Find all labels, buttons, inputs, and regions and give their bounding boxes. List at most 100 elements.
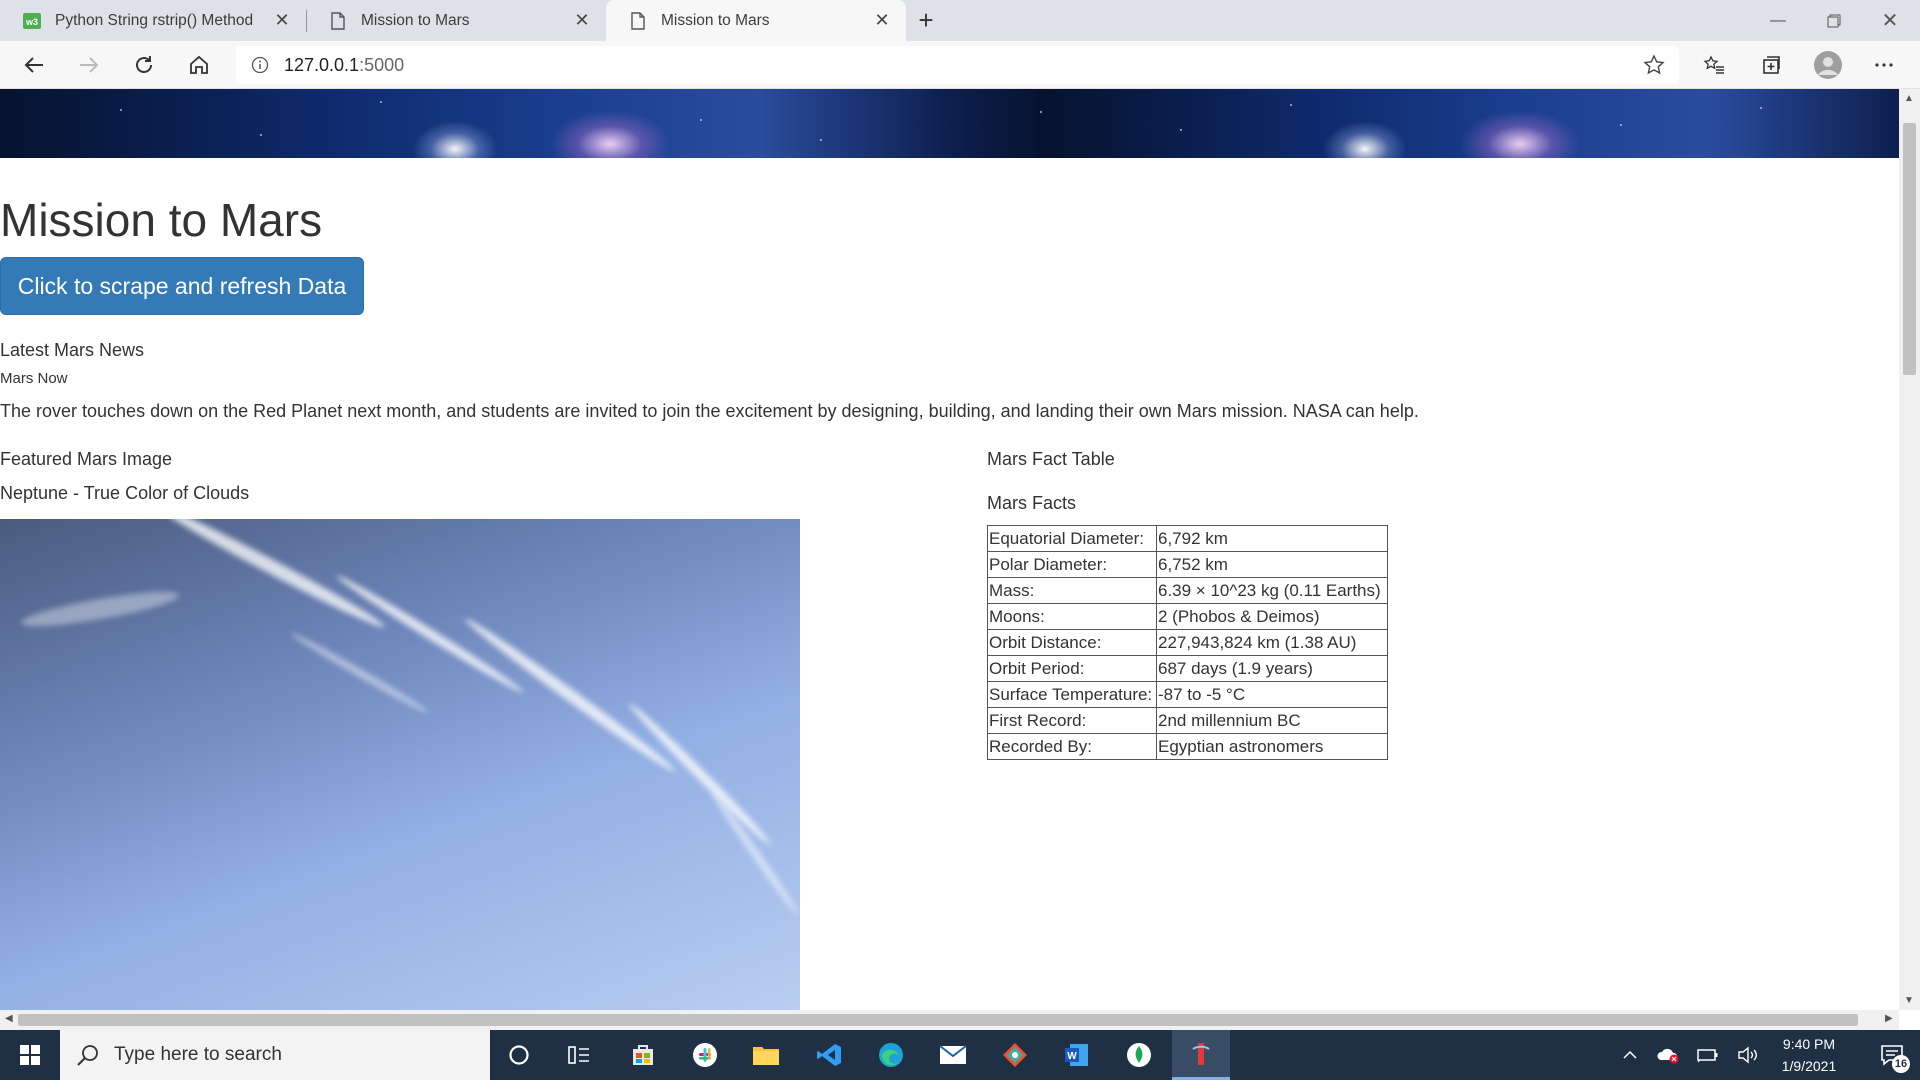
fact-key: Mass: [987,577,1157,604]
vscode-icon[interactable] [800,1030,858,1080]
avatar-icon [1814,51,1842,79]
jupyter-app-icon[interactable] [1172,1030,1230,1080]
tab-mission-to-mars-2[interactable]: Mission to Mars ✕ [606,0,906,41]
windows-taskbar: Type here to search W 9:40 PM 1/9/2021 1… [0,1030,1920,1080]
taskbar-search-box[interactable]: Type here to search [60,1030,490,1080]
start-button[interactable] [0,1030,60,1080]
file-explorer-icon[interactable] [737,1030,795,1080]
news-heading: Latest Mars News [0,340,145,360]
word-icon[interactable]: W [1048,1030,1106,1080]
clock-time: 9:40 PM [1782,1036,1836,1052]
horizontal-scrollbar[interactable]: ◀ ▶ [0,1010,1899,1030]
fact-table-heading: Mars Fact Table [987,449,1115,469]
featured-image [0,519,800,1010]
favorites-list-icon [1703,55,1724,74]
home-button[interactable] [179,45,219,85]
fact-value: 2 (Phobos & Deimos) [1156,603,1388,630]
tab-title: Mission to Mars [361,11,470,29]
featured-image-caption: Neptune - True Color of Clouds [0,483,250,503]
close-tab-icon[interactable]: ✕ [572,10,592,31]
mail-icon[interactable] [924,1030,982,1080]
show-hidden-icons-icon[interactable] [1616,1030,1644,1080]
table-row: Polar Diameter: 6,752 km [987,551,1388,578]
scrollbar-thumb[interactable] [18,1014,1858,1026]
fact-value: 6,752 km [1156,551,1388,578]
edge-icon[interactable] [862,1030,920,1080]
cortana-icon[interactable] [490,1030,548,1080]
profile-button[interactable] [1808,45,1848,85]
collections-icon [1763,56,1780,74]
address-bar[interactable]: 127.0.0.1:5000 [236,46,1679,84]
arrow-right-icon [80,57,99,73]
fact-value: 227,943,824 km (1.38 AU) [1156,629,1388,656]
scroll-right-icon[interactable]: ▶ [1885,1013,1893,1024]
notification-count-badge: 16 [1892,1055,1910,1073]
collections-button[interactable] [1751,45,1791,85]
mongodb-compass-icon[interactable] [1110,1030,1168,1080]
fact-value: 6.39 × 10^23 kg (0.11 Earths) [1156,577,1388,604]
vertical-scrollbar[interactable]: ▲ ▼ [1899,89,1920,1010]
slack-icon[interactable] [676,1030,734,1080]
search-placeholder: Type here to search [114,1044,282,1065]
page-icon [628,11,648,31]
search-icon [77,1045,98,1066]
tab-strip: w3 Python String rstrip() Method ✕ Missi… [0,0,1920,41]
task-view-icon[interactable] [550,1030,608,1080]
forward-button[interactable] [69,45,109,85]
url-text[interactable]: 127.0.0.1:5000 [284,55,404,76]
table-row: Surface Temperature: -87 to -5 °C [987,681,1388,708]
url-host: 127.0.0.1 [284,54,360,75]
w3schools-icon: w3 [22,11,42,31]
table-row: Recorded By: Egyptian astronomers [987,733,1388,760]
arrow-left-icon [24,57,43,73]
scroll-left-icon[interactable]: ◀ [5,1013,13,1024]
onedrive-sync-error-icon[interactable] [1654,1030,1682,1080]
page-title: Mission to Mars [0,194,323,246]
system-clock[interactable]: 9:40 PM 1/9/2021 [1764,1030,1854,1080]
minimize-button[interactable]: — [1750,0,1806,41]
tab-mission-to-mars-1[interactable]: Mission to Mars ✕ [306,0,606,41]
tab-title: Python String rstrip() Method [55,11,254,29]
microsoft-store-icon[interactable] [614,1030,672,1080]
more-icon [1875,63,1893,67]
refresh-button[interactable] [124,45,164,85]
tab-python-rstrip[interactable]: w3 Python String rstrip() Method ✕ [0,0,306,41]
battery-network-icon[interactable] [1694,1030,1722,1080]
restore-button[interactable] [1806,0,1862,41]
close-tab-icon[interactable]: ✕ [272,10,292,31]
page-viewport: Mission to Mars Click to scrape and refr… [0,89,1899,1010]
facts-heading: Mars Facts [987,493,1077,513]
windows-logo-icon [20,1045,40,1065]
fact-key: Orbit Period: [987,655,1157,682]
close-window-button[interactable]: ✕ [1862,0,1918,41]
new-tab-button[interactable]: + [910,0,942,41]
tab-title: Mission to Mars [661,11,770,29]
scroll-up-icon[interactable]: ▲ [1904,93,1914,104]
scroll-down-icon[interactable]: ▼ [1904,995,1914,1006]
scrape-button[interactable]: Click to scrape and refresh Data [0,257,364,315]
mars-facts-table: Equatorial Diameter: 6,792 km Polar Diame… [987,525,1388,760]
scrollbar-thumb[interactable] [1903,123,1916,375]
git-kraken-icon[interactable] [986,1030,1044,1080]
refresh-icon [136,56,152,73]
svg-text:w3: w3 [25,17,38,27]
svg-text:W: W [1067,1051,1077,1062]
settings-more-button[interactable] [1864,45,1904,85]
favorites-button[interactable] [1694,45,1734,85]
space-banner-image [0,89,1899,158]
table-row: Orbit Distance: 227,943,824 km (1.38 AU) [987,629,1388,656]
favorite-star-icon[interactable] [1643,54,1665,76]
fact-value: 6,792 km [1156,525,1388,552]
volume-icon[interactable] [1734,1030,1762,1080]
fact-key: Polar Diameter: [987,551,1157,578]
browser-toolbar: 127.0.0.1:5000 [0,41,1920,89]
fact-key: Recorded By: [987,733,1157,760]
back-button[interactable] [14,45,54,85]
fact-key: First Record: [987,707,1157,734]
fact-key: Equatorial Diameter: [987,525,1157,552]
close-tab-icon[interactable]: ✕ [872,10,892,31]
info-icon[interactable] [250,55,270,75]
table-row: Equatorial Diameter: 6,792 km [987,525,1388,552]
clock-date: 1/9/2021 [1781,1058,1837,1074]
action-center-button[interactable]: 16 [1864,1030,1920,1080]
